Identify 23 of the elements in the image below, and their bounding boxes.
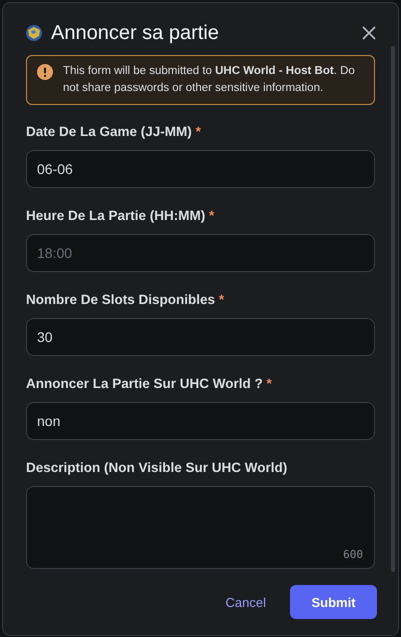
character-counter: 600 (343, 548, 363, 561)
required-mark: * (266, 376, 272, 391)
text-field[interactable]: 30 (26, 318, 375, 356)
field-label: Nombre De Slots Disponibles (26, 292, 216, 307)
warning-icon (37, 64, 53, 80)
close-icon[interactable] (360, 24, 378, 42)
dialog-title: Annoncer sa partie (51, 22, 220, 44)
server-icon (25, 24, 43, 42)
field-label: Annoncer La Partie Sur UHC World ? (26, 376, 263, 391)
field-label: Date De La Game (JJ-MM) (26, 124, 192, 139)
notice-text: This form will be submitted to UHC World - Host Bot. Do not share passwords or other sensitive information. (63, 64, 356, 96)
required-mark: * (209, 208, 214, 223)
field-label: Heure De La Partie (HH:MM) (26, 208, 206, 223)
required-mark: * (196, 124, 201, 139)
required-mark: * (218, 292, 224, 307)
submit-button[interactable]: Submit (290, 585, 377, 619)
description-field[interactable] (26, 486, 375, 569)
text-field[interactable]: 18:00 (26, 234, 375, 272)
text-field[interactable]: non (26, 402, 375, 440)
text-field[interactable]: 06-06 (26, 150, 375, 188)
scrollbar[interactable] (391, 46, 395, 572)
field-label: Description (Non Visible Sur UHC World) (26, 460, 288, 475)
cancel-button[interactable]: Cancel (222, 594, 270, 610)
